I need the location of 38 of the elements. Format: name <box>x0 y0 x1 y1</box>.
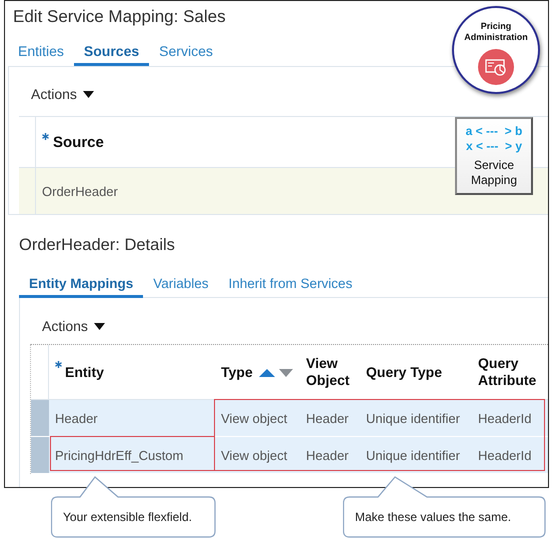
tab[interactable]: Sources <box>74 31 150 66</box>
column-header[interactable]: View Object <box>300 345 360 399</box>
badge-title: Pricing Administration <box>463 21 529 43</box>
table-cell: View object <box>221 410 288 426</box>
table-cell: PricingHdrEff_Custom <box>55 448 184 462</box>
table-row[interactable]: PricingHdrEff_Custom View object Header Unique identifier HeaderId <box>31 437 548 474</box>
table-cell: Unique identifier <box>366 410 460 426</box>
table-row[interactable]: Header View object Header Unique identifier HeaderId <box>31 400 548 437</box>
mapping-line: x < --- > y <box>466 139 522 154</box>
caret-icon <box>94 322 105 330</box>
tab[interactable]: Services <box>149 31 223 66</box>
section-title: OrderHeader: Details <box>18 235 176 256</box>
actions-menu[interactable]: Actions <box>42 318 105 334</box>
callout-text: Your extensible flexfield. <box>63 510 192 524</box>
table-cell: HeaderId <box>478 410 532 426</box>
actions-menu[interactable]: Actions <box>31 86 94 102</box>
table-cell: Header <box>306 410 349 426</box>
mapping-line: a < --- > b <box>466 124 522 139</box>
caret-icon <box>82 90 94 98</box>
table-cell-text: OrderHeader <box>41 184 118 198</box>
table-cell: Unique identifier <box>366 448 460 462</box>
column-header[interactable]: Source <box>36 117 104 167</box>
column-header[interactable]: Query Attribute <box>472 345 548 399</box>
table-cell: HeaderId <box>478 448 532 462</box>
chart-document-icon <box>478 49 514 85</box>
page-title: Edit Service Mapping: Sales <box>13 6 226 28</box>
tab[interactable]: Entity Mappings <box>19 268 144 298</box>
tab[interactable]: Entities <box>8 31 74 66</box>
tab[interactable]: Inherit from Services <box>218 268 362 298</box>
tab[interactable]: Variables <box>143 268 219 298</box>
callout-text: Make these values the same. <box>355 510 512 524</box>
column-header[interactable]: Type <box>215 345 300 399</box>
column-header[interactable]: Entity <box>49 345 215 399</box>
table-cell: View object <box>221 448 288 462</box>
sort-icon[interactable] <box>258 368 294 376</box>
column-header[interactable]: Query Type <box>360 345 472 399</box>
table-cell: Header <box>55 410 98 426</box>
table-cell: Header <box>306 448 349 462</box>
